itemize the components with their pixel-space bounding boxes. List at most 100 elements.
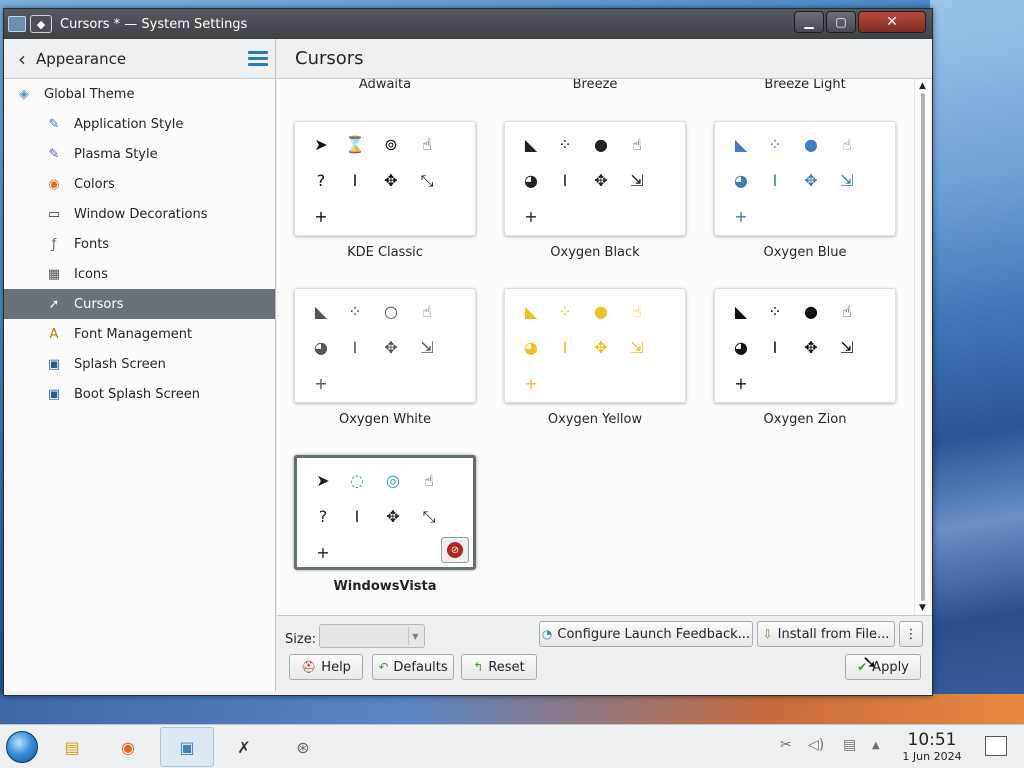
help-button[interactable]: ⛑ Help [289,654,363,680]
global-theme-icon: ◈ [19,86,29,102]
arrow-cursor-icon: ➤ [314,135,328,154]
theme-name[interactable]: WindowsVista [294,579,476,594]
hand-cursor-icon: ☝ [422,302,432,321]
show-desktop-button[interactable] [985,736,1007,756]
boot-splash-screen-icon: ▣ [47,386,61,402]
sidebar-item-splash-screen[interactable]: ▣ Splash Screen [4,349,275,379]
firefox-icon[interactable]: ◉ [114,733,142,761]
sidebar-item-application-style[interactable]: ✎ Application Style [4,109,275,139]
x-terminal-icon[interactable]: ✗ [230,733,258,761]
scroll-thumb[interactable] [921,93,925,601]
wait-cursor-icon: ● [594,135,608,154]
resize-cursor-icon: ⤡ [422,507,436,526]
sidebar-title: Appearance [36,49,127,68]
apply-button[interactable]: ✔ Apply [845,654,921,680]
busy-cursor-icon: ⁘ [768,135,782,154]
theme-name[interactable]: Oxygen White [294,412,476,427]
clipboard-icon[interactable]: ▤ [843,737,856,753]
defaults-label: Defaults [393,659,448,675]
resize-cursor-icon: ⇲ [420,338,434,357]
close-button[interactable]: ✕ [858,11,926,33]
more-options-button[interactable]: ⋮ [899,621,923,647]
cursor-theme-card[interactable]: ◣ ⁘ ● ☝ ◕ I ✥ ⇲ + [504,121,686,236]
resize-cursor-icon: ⇲ [840,171,854,190]
theme-name[interactable]: Oxygen Blue [714,245,896,260]
clock-date[interactable]: 1 Jun 2024 [890,750,974,763]
chevron-down-icon: ▼ [408,627,422,645]
sidebar-item-boot-splash-screen[interactable]: ▣ Boot Splash Screen [4,379,275,409]
crosshair-cursor-icon: + [314,374,328,393]
minimize-button[interactable]: ▁ [794,11,824,33]
cursor-theme-card[interactable]: ◣ ⁘ ● ☝ ◕ I ✥ ⇲ + [504,288,686,403]
sidebar-item-icons[interactable]: ▦ Icons [4,259,275,289]
sidebar-item-cursors[interactable]: ➚ Cursors [4,289,275,319]
resize-cursor-icon: ⇲ [630,171,644,190]
help-cursor-icon: ◕ [314,338,328,357]
tray-expand-icon[interactable]: ▲ [872,740,880,751]
remove-theme-button[interactable]: ⊘ [441,537,469,563]
busy-cursor-icon: ◌ [350,471,364,490]
wait-cursor-icon: ● [804,302,818,321]
sidebar-item-fonts[interactable]: ƒ Fonts [4,229,275,259]
busy-cursor-icon: ⁘ [558,135,572,154]
sidebar-item-global-theme[interactable]: ◈ Global Theme [4,79,275,109]
reset-button[interactable]: ↰ Reset [461,654,537,680]
compass-app-icon[interactable]: ⊛ [289,733,317,761]
scroll-up-arrow-icon[interactable]: ▲ [917,81,928,91]
move-cursor-icon: ✥ [384,338,398,357]
theme-name[interactable]: Oxygen Yellow [504,412,686,427]
size-dropdown[interactable]: ▼ [319,624,425,648]
crosshair-cursor-icon: + [734,374,748,393]
app-icon[interactable] [8,16,26,32]
clock-time[interactable]: 10:51 [900,730,964,750]
cursor-theme-card[interactable]: ◣ ⁘ ● ☝ ◕ I ✥ ⇲ + [714,121,896,236]
text-cursor-icon: I [772,171,778,190]
start-menu-icon[interactable] [6,731,38,763]
system-settings-task-icon: ▣ [179,737,195,757]
sidebar-item-font-management[interactable]: A Font Management [4,319,275,349]
text-cursor-icon: I [352,171,358,190]
theme-label-partial[interactable]: Breeze [504,79,686,92]
scroll-down-arrow-icon[interactable]: ▼ [917,603,928,613]
plasma-style-icon: ✎ [48,146,60,162]
maximize-button[interactable]: ▢ [826,11,856,33]
move-cursor-icon: ✥ [594,171,608,190]
defaults-button[interactable]: ↶ Defaults [372,654,454,680]
theme-name[interactable]: KDE Classic [294,245,476,260]
cursor-theme-card[interactable]: ◣ ⁘ ○ ☝ ◕ I ✥ ⇲ + [294,288,476,403]
title-bar[interactable]: ◆ Cursors * — System Settings ▁ ▢ ✕ [4,9,932,39]
file-manager-icon[interactable]: ▤ [58,733,86,761]
theme-label-partial[interactable]: Breeze Light [714,79,896,92]
apply-label: Apply [872,659,909,675]
reset-label: Reset [488,659,525,675]
window-decorations-icon: ▭ [47,206,61,222]
volume-icon[interactable]: ◁) [808,737,824,753]
hand-cursor-icon: ☝ [424,471,434,490]
hamburger-menu-icon[interactable] [248,51,268,69]
page-title: Cursors [277,39,932,79]
cursor-theme-card[interactable]: ◣ ⁘ ● ☝ ◕ I ✥ ⇲ + [714,288,896,403]
cursor-theme-card[interactable]: ➤ ⌛ ⊚ ☝? I ✥ ⤡ + [294,121,476,236]
launch-feedback-icon: ◔ [541,627,553,641]
busy-cursor-icon: ⌛ [345,135,365,154]
configure-launch-feedback-button[interactable]: ◔ Configure Launch Feedback... [539,621,753,647]
help-cursor-icon: ◕ [734,338,748,357]
theme-name[interactable]: Oxygen Zion [714,412,896,427]
sidebar-item-window-decorations[interactable]: ▭ Window Decorations [4,199,275,229]
desktop-wallpaper-strip [0,694,1024,724]
sidebar-item-plasma-style[interactable]: ✎ Plasma Style [4,139,275,169]
cursor-theme-card[interactable]: ➤ ◌ ◎ ☝? I ✥ ⤡ + ⊘ [294,455,476,570]
install-from-file-button[interactable]: ⇩ Install from File... [757,621,895,647]
window-menu-icon[interactable]: ◆ [30,15,52,33]
icons-icon: ▦ [47,266,61,282]
configure-launch-feedback-label: Configure Launch Feedback... [557,626,751,642]
arrow-cursor-icon: ◣ [524,302,538,321]
sidebar-item-colors[interactable]: ◉ Colors [4,169,275,199]
theme-name[interactable]: Oxygen Black [504,245,686,260]
resize-cursor-icon: ⤡ [420,171,434,190]
scrollbar[interactable]: ▲ ▼ [914,79,930,615]
scissors-icon[interactable]: ✂ [780,737,792,753]
back-arrow-icon[interactable]: ‹ [18,49,26,69]
resize-cursor-icon: ⇲ [630,338,644,357]
theme-label-partial[interactable]: Adwaita [294,79,476,92]
